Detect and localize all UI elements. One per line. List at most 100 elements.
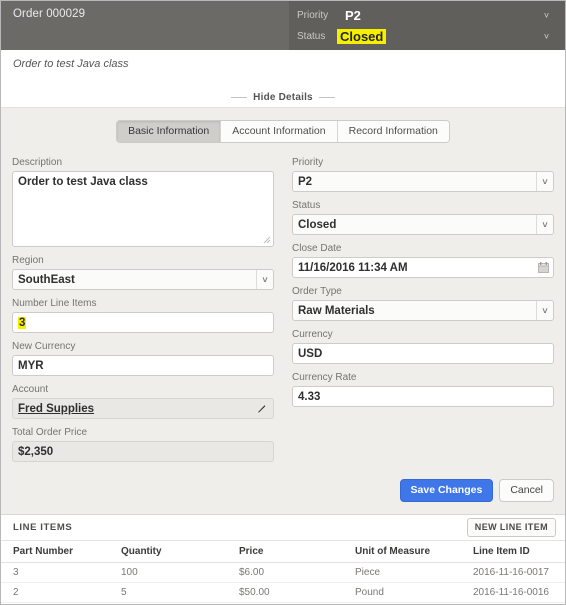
dash-left-decor (231, 97, 248, 98)
cell-line-item-id: 2016-11-16-0016 (473, 582, 565, 603)
header-status-value: Closed (337, 29, 387, 44)
form-action-row: Save Changes Cancel (399, 479, 554, 502)
calendar-icon[interactable] (535, 259, 552, 276)
edit-pencil-icon[interactable] (257, 404, 267, 414)
currency-rate-value: 4.33 (298, 390, 321, 403)
tab-record-information[interactable]: Record Information (337, 121, 449, 142)
priority-value: P2 (298, 175, 313, 188)
total-order-price-label: Total Order Price (12, 427, 88, 438)
hide-details-row: Hide Details (1, 89, 565, 108)
cell-part-number: 2 (1, 582, 121, 603)
new-line-item-button[interactable]: NEW LINE ITEM (466, 518, 556, 537)
field-status: Status Closed ˅ (292, 200, 554, 235)
description-input[interactable]: Order to test Java class (12, 171, 274, 247)
field-new-currency: New Currency MYR (12, 341, 274, 376)
currency-value: USD (298, 347, 323, 360)
line-items-title: LINE ITEMS (13, 522, 73, 533)
chevron-down-icon[interactable]: ˅ (536, 301, 553, 320)
status-value: Closed (298, 218, 337, 231)
status-label: Status (292, 200, 321, 211)
region-value: SouthEast (18, 273, 75, 286)
number-line-items-input[interactable]: 3 (12, 312, 274, 333)
cell-quantity: 5 (121, 582, 239, 603)
total-order-price-value-box: $2,350 (12, 441, 274, 462)
field-account: Account Fred Supplies (12, 384, 274, 419)
form-column-right: Priority P2 ˅ Status Closed ˅ Close Date (292, 157, 554, 470)
cell-part-number: 3 (1, 562, 121, 583)
header-priority-value: P2 (345, 8, 361, 23)
region-select[interactable]: SouthEast ˅ (12, 269, 274, 290)
account-field[interactable]: Fred Supplies (12, 398, 274, 419)
tab-account-information[interactable]: Account Information (221, 121, 338, 142)
tab-basic-information[interactable]: Basic Information (117, 121, 222, 142)
chevron-down-icon[interactable]: ˅ (542, 11, 551, 20)
new-currency-input[interactable]: MYR (12, 355, 274, 376)
description-label: Description (12, 157, 63, 168)
close-date-input[interactable]: 11/16/2016 11:34 AM (292, 257, 554, 278)
cell-price: $50.00 (239, 582, 355, 603)
line-items-panel: LINE ITEMS NEW LINE ITEM Part Number Qua… (1, 514, 565, 604)
total-order-price-value: $2,350 (18, 445, 54, 458)
close-date-value: 11/16/2016 11:34 AM (298, 261, 408, 274)
header-status-label: Status (297, 31, 326, 42)
tab-group: Basic Information Account Information Re… (116, 120, 450, 143)
field-currency: Currency USD (292, 329, 554, 364)
field-currency-rate: Currency Rate 4.33 (292, 372, 554, 407)
form-columns: Description Order to test Java class Reg… (1, 157, 565, 470)
currency-label: Currency (292, 329, 333, 340)
chevron-down-icon[interactable]: ˅ (536, 215, 553, 234)
column-header-price[interactable]: Price (239, 541, 355, 563)
hide-details-toggle[interactable]: Hide Details (231, 92, 335, 103)
close-date-label: Close Date (292, 243, 342, 254)
field-priority: Priority P2 ˅ (292, 157, 554, 192)
header-status-region: Priority P2 ˅ Status Closed ˅ (289, 1, 565, 50)
line-items-table: Part Number Quantity Price Unit of Measu… (1, 541, 565, 604)
cell-unit-of-measure: Pound (355, 582, 473, 603)
header-priority-label: Priority (297, 10, 329, 21)
cancel-button[interactable]: Cancel (499, 479, 554, 502)
account-label: Account (12, 384, 49, 395)
priority-select[interactable]: P2 ˅ (292, 171, 554, 192)
hide-details-label: Hide Details (253, 92, 313, 103)
line-items-header: LINE ITEMS NEW LINE ITEM (1, 515, 565, 541)
page-title: Order 000029 (13, 8, 86, 20)
column-header-line-item-id[interactable]: Line Item ID (473, 541, 565, 563)
number-line-items-value: 3 (18, 316, 27, 329)
chevron-down-icon[interactable]: ˅ (256, 270, 273, 289)
column-header-quantity[interactable]: Quantity (121, 541, 239, 563)
new-currency-value: MYR (18, 359, 44, 372)
order-detail-window: Order 000029 Priority P2 ˅ Status Closed… (0, 0, 566, 605)
header-priority-row[interactable]: Priority P2 ˅ (289, 5, 565, 26)
field-description: Description Order to test Java class (12, 157, 274, 247)
table-row[interactable]: 3 100 $6.00 Piece 2016-11-16-0017 (1, 562, 565, 583)
order-type-label: Order Type (292, 286, 342, 297)
field-total-order-price: Total Order Price $2,350 (12, 427, 274, 462)
column-header-unit-of-measure[interactable]: Unit of Measure (355, 541, 473, 563)
header-status-row[interactable]: Status Closed ˅ (289, 26, 565, 47)
chevron-down-icon[interactable]: ˅ (542, 32, 551, 41)
form-column-left: Description Order to test Java class Reg… (12, 157, 274, 470)
currency-rate-label: Currency Rate (292, 372, 357, 383)
chevron-down-icon[interactable]: ˅ (536, 172, 553, 191)
order-type-select[interactable]: Raw Materials ˅ (292, 300, 554, 321)
save-changes-button[interactable]: Save Changes (399, 479, 494, 502)
resize-handle-icon[interactable] (263, 236, 271, 244)
subtitle-bar: Order to test Java class (1, 50, 565, 89)
description-value: Order to test Java class (18, 176, 148, 188)
status-select[interactable]: Closed ˅ (292, 214, 554, 235)
cell-price: $6.00 (239, 562, 355, 583)
currency-rate-input[interactable]: 4.33 (292, 386, 554, 407)
currency-input[interactable]: USD (292, 343, 554, 364)
detail-panel: Basic Information Account Information Re… (1, 108, 565, 514)
account-link[interactable]: Fred Supplies (18, 403, 94, 415)
table-row[interactable]: 2 5 $50.00 Pound 2016-11-16-0016 (1, 582, 565, 603)
region-label: Region (12, 255, 44, 266)
cell-unit-of-measure: Piece (355, 562, 473, 583)
cell-quantity: 100 (121, 562, 239, 583)
field-number-line-items: Number Line Items 3 (12, 298, 274, 333)
new-currency-label: New Currency (12, 341, 76, 352)
column-header-part-number[interactable]: Part Number (1, 541, 121, 563)
dash-right-decor (318, 97, 335, 98)
number-line-items-label: Number Line Items (12, 298, 97, 309)
field-order-type: Order Type Raw Materials ˅ (292, 286, 554, 321)
